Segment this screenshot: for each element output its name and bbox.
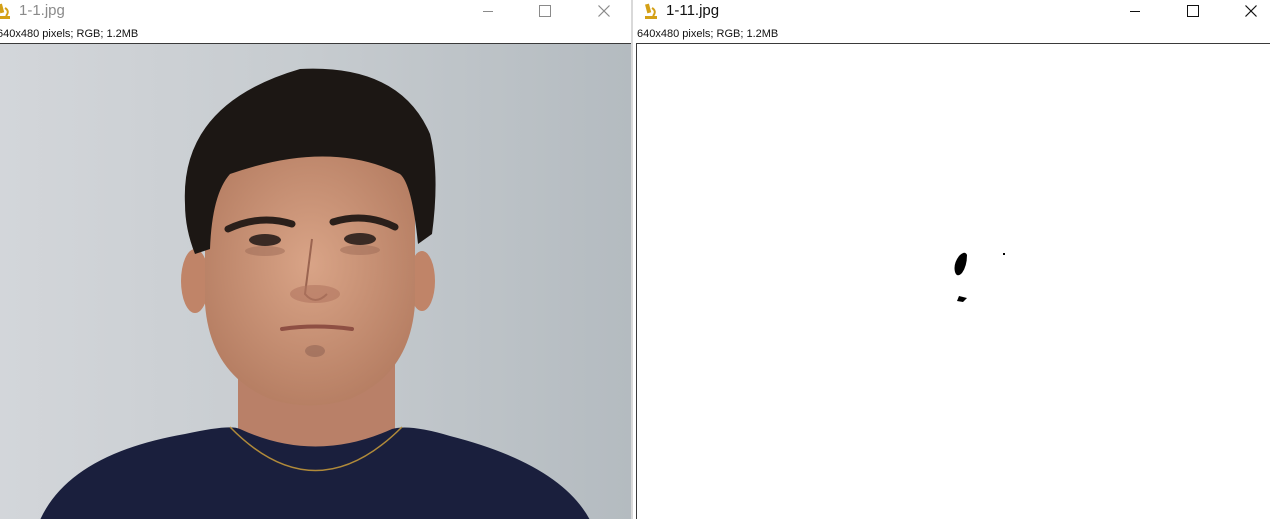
- maximize-button[interactable]: [522, 0, 568, 22]
- image-window-1-1[interactable]: 1-1.jpg 640x480 pixels; RGB; 1.2MB: [0, 0, 631, 519]
- minimize-icon: [1130, 11, 1140, 12]
- binary-mask-image: [637, 44, 1270, 519]
- mask-blob: [1003, 253, 1005, 255]
- image-info: 640x480 pixels; RGB; 1.2MB: [0, 28, 139, 40]
- microscope-icon: [643, 2, 659, 20]
- close-button[interactable]: [1228, 0, 1270, 22]
- image-canvas[interactable]: [636, 43, 1270, 519]
- image-window-1-11[interactable]: 1-11.jpg 640x480 pixels; RGB; 1.2MB: [633, 0, 1270, 519]
- face-photo: [0, 44, 631, 519]
- image-canvas[interactable]: [0, 43, 631, 519]
- microscope-icon: [0, 2, 12, 20]
- maximize-icon: [1187, 5, 1199, 17]
- close-icon: [1245, 5, 1257, 17]
- minimize-button[interactable]: [1112, 0, 1158, 22]
- title-bar[interactable]: 1-11.jpg: [633, 0, 1270, 22]
- image-info: 640x480 pixels; RGB; 1.2MB: [637, 28, 779, 40]
- minimize-button[interactable]: [465, 0, 511, 22]
- close-button[interactable]: [581, 0, 627, 22]
- maximize-icon: [539, 5, 551, 17]
- close-icon: [598, 5, 610, 17]
- window-title: 1-1.jpg: [19, 2, 65, 19]
- maximize-button[interactable]: [1170, 0, 1216, 22]
- minimize-icon: [483, 11, 493, 12]
- window-title: 1-11.jpg: [666, 2, 720, 19]
- title-bar[interactable]: 1-1.jpg: [0, 0, 631, 22]
